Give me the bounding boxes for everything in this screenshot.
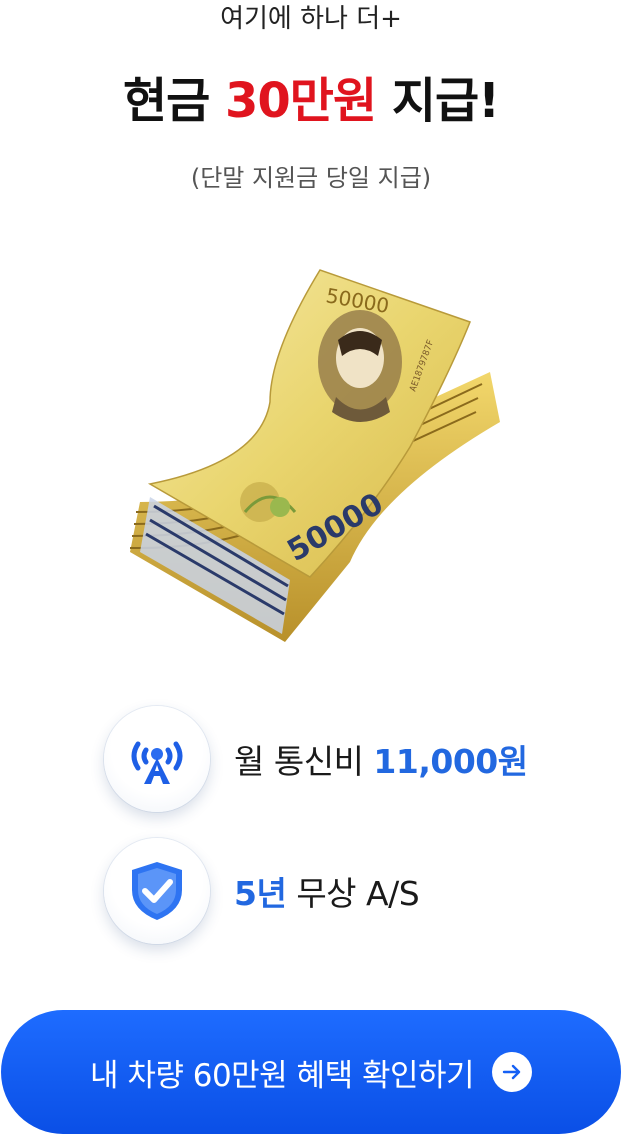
feature-monthly-fee-label: 월 통신비 xyxy=(234,742,374,781)
headline-text-pre: 현금 xyxy=(122,73,225,129)
feature-monthly-fee-amount: 11,000원 xyxy=(373,742,528,781)
feature-icon-badge xyxy=(104,838,210,944)
feature-warranty-text: 5년 무상 A/S xyxy=(234,867,420,915)
promo-note: (단말 지원금 당일 지급) xyxy=(190,164,432,192)
feature-warranty-label: 무상 A/S xyxy=(286,874,420,913)
headline-amount: 30만원 xyxy=(224,73,377,129)
cash-stack-illustration: 50000 50000 AE1879787F xyxy=(129,269,500,642)
promo-subtitle: 여기에 하나 더+ xyxy=(220,4,402,34)
check-benefit-button[interactable]: 내 차량 60만원 혜택 확인하기 xyxy=(1,1010,621,1134)
signal-tower-icon xyxy=(131,741,183,784)
feature-monthly-fee: 월 통신비 11,000원 xyxy=(104,706,544,812)
feature-warranty-years: 5년 xyxy=(234,874,287,913)
arrow-right-icon xyxy=(492,1052,533,1092)
feature-icon-badge xyxy=(104,706,210,812)
promo-headline: 현금 30만원 지급! xyxy=(0,66,622,136)
headline-text-post: 지급! xyxy=(376,73,500,129)
feature-warranty: 5년 무상 A/S xyxy=(104,838,544,944)
shield-check-icon xyxy=(132,862,182,920)
check-benefit-button-label: 내 차량 60만원 혜택 확인하기 xyxy=(89,1057,475,1094)
feature-monthly-fee-text: 월 통신비 11,000원 xyxy=(234,735,528,783)
